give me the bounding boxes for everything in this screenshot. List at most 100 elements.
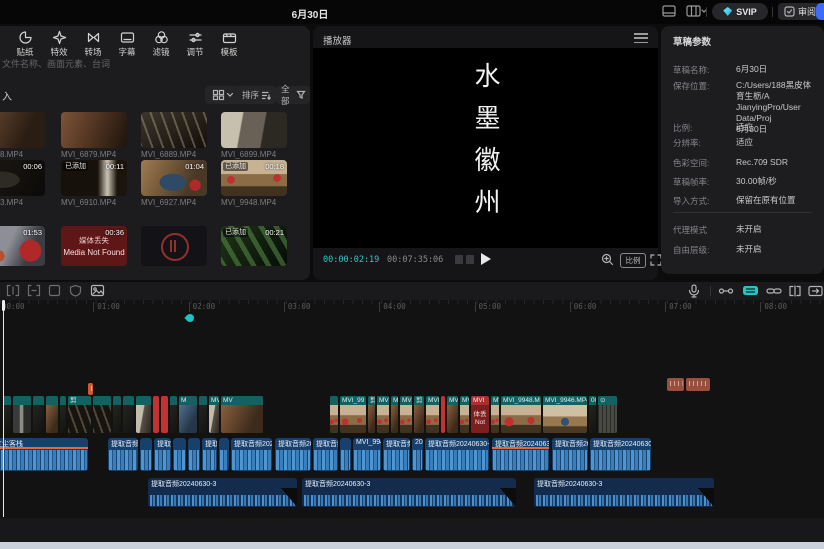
media-item[interactable]: MVI_6889.MP4 bbox=[141, 112, 207, 159]
frame-tool-1[interactable] bbox=[455, 255, 463, 264]
filter-all-button[interactable]: 全部 bbox=[276, 86, 310, 104]
mini-clip[interactable] bbox=[686, 378, 710, 391]
timeline-audio-clip-2[interactable]: 提取音频20240630-3 bbox=[148, 478, 297, 507]
trim-left-icon[interactable] bbox=[6, 284, 22, 298]
timeline-video-clip[interactable]: MVI体丢Not bbox=[471, 396, 489, 433]
mask-shield-icon[interactable] bbox=[69, 284, 85, 298]
timeline-audio-clip[interactable] bbox=[188, 438, 200, 471]
timeline-video-clip[interactable]: MVI_9946.MP4 bbox=[543, 396, 587, 433]
play-button[interactable] bbox=[481, 253, 491, 265]
split-view-icon[interactable] bbox=[788, 284, 804, 298]
timeline-video-clip[interactable] bbox=[46, 396, 58, 433]
frame-tool-2[interactable] bbox=[466, 255, 474, 264]
timeline-video-clip[interactable] bbox=[441, 396, 445, 433]
media-thumbnail[interactable] bbox=[141, 226, 207, 266]
media-thumbnail[interactable] bbox=[61, 112, 127, 148]
timeline-video-clip[interactable] bbox=[33, 396, 44, 433]
view-mode-toggle[interactable] bbox=[205, 86, 241, 104]
preview-axis-icon[interactable] bbox=[718, 284, 734, 298]
player-menu-icon[interactable] bbox=[634, 33, 648, 43]
timeline-audio-clip[interactable]: 提取音频202 bbox=[552, 438, 588, 471]
timeline-audio-clip[interactable]: 提取音频20240630-4 bbox=[425, 438, 489, 471]
media-item[interactable]: MVI_6879.MP4 bbox=[61, 112, 127, 159]
media-item[interactable]: 已添加00:21 bbox=[221, 226, 287, 266]
timeline-audio-clip[interactable]: 提取音频 bbox=[383, 438, 410, 471]
media-item[interactable]: 已添加00:11MVI_6910.MP4 bbox=[61, 160, 127, 207]
tab-templates[interactable]: 模板 bbox=[212, 30, 246, 58]
media-item[interactable]: MVI_6899.MP4 bbox=[221, 112, 287, 159]
ratio-button[interactable]: 比例 bbox=[620, 253, 646, 268]
snap-magnet-icon[interactable] bbox=[742, 284, 758, 298]
timeline-video-clip[interactable] bbox=[170, 396, 177, 433]
timeline-video-clip[interactable]: MVI_99 bbox=[340, 396, 366, 433]
trim-right-icon[interactable] bbox=[27, 284, 43, 298]
preview-quality-icon[interactable] bbox=[601, 253, 614, 271]
timeline-audio-clip[interactable]: 提取 bbox=[154, 438, 171, 471]
media-thumbnail[interactable] bbox=[141, 112, 207, 148]
sort-button[interactable]: 排序 bbox=[237, 86, 276, 104]
timeline-video-clip[interactable] bbox=[123, 396, 134, 433]
media-thumbnail[interactable]: 00:06 bbox=[0, 160, 45, 196]
timeline-audio-clip[interactable]: 红尘客栈 bbox=[0, 438, 88, 471]
timeline-video-clip[interactable] bbox=[161, 396, 168, 433]
timeline-video-clip[interactable]: MV bbox=[460, 396, 469, 433]
media-thumbnail[interactable]: 已添加00:11 bbox=[61, 160, 127, 196]
timeline-audio-clip[interactable] bbox=[140, 438, 152, 471]
tab-transitions[interactable]: 转场 bbox=[76, 30, 110, 58]
playhead[interactable] bbox=[3, 300, 4, 517]
timeline-audio-clip[interactable]: 提取音频 bbox=[108, 438, 138, 471]
tab-adjust[interactable]: 调节 bbox=[178, 30, 212, 58]
tab-filters[interactable]: 滤镜 bbox=[144, 30, 178, 58]
tab-subtitles[interactable]: 字幕 bbox=[110, 30, 144, 58]
freeze-frame-icon[interactable] bbox=[48, 284, 64, 298]
timeline-video-clip[interactable] bbox=[199, 396, 207, 433]
timeline-video-clip[interactable] bbox=[153, 396, 159, 433]
timeline-video-clip[interactable] bbox=[113, 396, 121, 433]
timeline-marker-pin[interactable] bbox=[184, 313, 195, 324]
timeline-audio-clip[interactable]: MVI_9948 bbox=[353, 438, 381, 471]
timeline-audio-clip-2[interactable]: 提取音频20240630-3 bbox=[534, 478, 714, 507]
media-item[interactable]: 媒体丢失Media Not Found00:36 bbox=[61, 226, 127, 266]
timeline-video-clip[interactable]: MVI_9 bbox=[400, 396, 412, 433]
media-thumbnail[interactable]: 01:04 bbox=[141, 160, 207, 196]
layout-compact-icon[interactable] bbox=[662, 5, 678, 19]
timeline-video-clip[interactable]: M bbox=[179, 396, 197, 433]
media-item[interactable]: 01:53 bbox=[0, 226, 45, 266]
media-thumbnail[interactable]: 已添加00:21 bbox=[221, 226, 287, 266]
cover-image-icon[interactable] bbox=[90, 284, 106, 298]
timeline-video-clip[interactable] bbox=[93, 396, 111, 433]
import-button-fragment[interactable]: 入 bbox=[2, 88, 12, 103]
media-item[interactable]: 已添加00:18MVI_9948.MP4 bbox=[221, 160, 287, 207]
media-item[interactable]: 00:063.MP4 bbox=[0, 160, 45, 207]
timeline-video-clip[interactable]: ⊙ bbox=[598, 396, 617, 433]
timeline-audio-clip[interactable] bbox=[219, 438, 229, 471]
timeline-video-clip[interactable]: MV bbox=[447, 396, 458, 433]
timeline-video-clip[interactable]: 剪 bbox=[68, 396, 91, 433]
timeline-video-clip[interactable]: MVI_9948.M bbox=[501, 396, 541, 433]
timeline-audio-clip[interactable]: 2024 bbox=[412, 438, 423, 471]
timeline-audio-clip[interactable] bbox=[173, 438, 186, 471]
svip-button[interactable]: SVIP bbox=[712, 3, 768, 20]
timeline-audio-clip[interactable]: 提取音频2024 bbox=[275, 438, 311, 471]
timeline-audio-clip[interactable]: 提取音频20240630-4 bbox=[492, 438, 549, 471]
timeline-layout-icon[interactable] bbox=[808, 284, 824, 298]
timeline-ruler[interactable]: 00:0001:0002:0003:0004:0005:0006:0007:00… bbox=[0, 300, 824, 313]
playhead-handle[interactable] bbox=[2, 300, 5, 311]
timeline-video-clip[interactable]: 00: bbox=[589, 396, 596, 433]
timeline-audio-clip[interactable] bbox=[340, 438, 351, 471]
record-mic-icon[interactable] bbox=[688, 284, 704, 298]
timeline-video-clip[interactable]: M bbox=[391, 396, 398, 433]
search-placeholder[interactable]: 文件名称、画面元素、台词 bbox=[2, 57, 110, 70]
timeline-video-clip[interactable]: MVI_9 bbox=[426, 396, 439, 433]
media-thumbnail[interactable]: 01:53 bbox=[0, 226, 45, 266]
layout-panels-icon[interactable] bbox=[686, 5, 702, 19]
timeline-video-clip[interactable] bbox=[13, 396, 31, 433]
link-clips-icon[interactable] bbox=[766, 284, 782, 298]
timeline-audio-clip[interactable]: 提取音频2 bbox=[313, 438, 338, 471]
timeline-video-clip[interactable] bbox=[3, 396, 11, 433]
timeline-audio-clip-2[interactable]: 提取音频20240630-3 bbox=[302, 478, 516, 507]
media-item[interactable]: 8.MP4 bbox=[0, 112, 45, 159]
timeline-video-clip[interactable]: MV bbox=[221, 396, 263, 433]
media-thumbnail[interactable]: 媒体丢失Media Not Found00:36 bbox=[61, 226, 127, 266]
media-thumbnail[interactable]: 已添加00:18 bbox=[221, 160, 287, 196]
